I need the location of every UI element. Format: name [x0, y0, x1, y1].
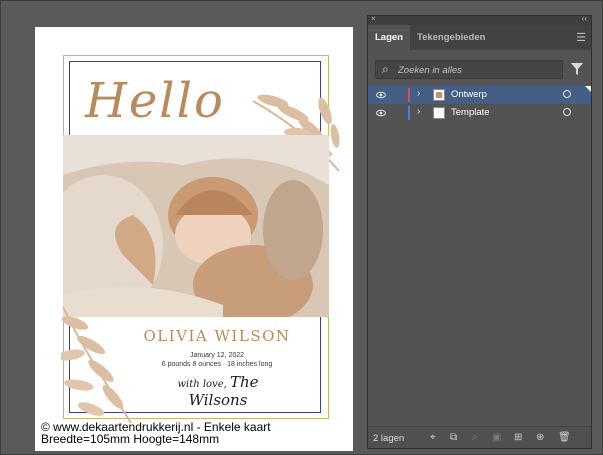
target-circle-icon[interactable]: [563, 90, 571, 98]
close-icon[interactable]: ×: [371, 14, 376, 23]
baby-name: OLIVIA WILSON: [143, 327, 291, 345]
panel-titlebar: × ‹‹: [368, 14, 591, 25]
artboard[interactable]: Hello OLIVIA WILSON January 12, 2022 6 p…: [35, 27, 353, 451]
footer-line-2: Breedte=105mm Hoogte=148mm: [41, 432, 220, 446]
layer-row-ontwerp[interactable]: › Ontwerp: [368, 86, 591, 104]
layer-thumbnail: [433, 107, 445, 119]
visibility-eye-icon[interactable]: [376, 108, 386, 118]
panel-tabs: Lagen Tekengebieden ☰: [368, 25, 591, 50]
layer-search[interactable]: ⌕: [375, 60, 563, 79]
layer-color-bar: [408, 106, 410, 120]
photo-image: [63, 135, 329, 317]
layer-name[interactable]: Ontwerp: [451, 89, 487, 100]
expand-chevron-icon[interactable]: ›: [417, 88, 420, 99]
leaf-bottom-icon: [61, 306, 132, 423]
collapse-icon[interactable]: ‹‹: [582, 14, 587, 23]
visibility-eye-icon[interactable]: [376, 90, 386, 100]
layers-panel: × ‹‹ Lagen Tekengebieden ☰ ⌕ › Ontwerp: [367, 14, 592, 449]
layer-name[interactable]: Template: [451, 107, 490, 118]
layer-thumbnail: [433, 89, 445, 101]
signature-small: with love,: [177, 379, 227, 390]
selection-corner-icon: [585, 86, 591, 92]
delete-layer-icon[interactable]: 🗑: [558, 432, 571, 443]
new-layer-icon[interactable]: ⊕: [536, 432, 544, 443]
search-icon: ⌕: [382, 62, 389, 76]
hello-heading: Hello: [85, 73, 225, 129]
tab-tekengebieden[interactable]: Tekengebieden: [410, 25, 492, 50]
new-sublayer-icon[interactable]: ⊞: [514, 432, 522, 443]
workspace: Hello OLIVIA WILSON January 12, 2022 6 p…: [0, 0, 603, 455]
filter-icon[interactable]: [571, 63, 583, 75]
target-circle-icon[interactable]: [563, 108, 571, 116]
tab-lagen[interactable]: Lagen: [368, 25, 410, 50]
baby-photo[interactable]: [63, 135, 329, 317]
locate-object-icon[interactable]: ⌖: [430, 432, 436, 443]
collect-export-icon[interactable]: ▣: [492, 432, 501, 443]
release-clipping-icon[interactable]: ⧉: [450, 432, 457, 443]
search-layer-icon[interactable]: ⌕: [472, 432, 478, 443]
birth-date: January 12, 2022: [189, 352, 245, 359]
layer-count: 2 lagen: [373, 433, 405, 444]
panel-footer: 2 lagen ⌖ ⧉ ⌕ ▣ ⊞ ⊕ 🗑: [368, 426, 591, 448]
panel-menu-icon[interactable]: ☰: [576, 31, 586, 44]
search-input[interactable]: [398, 64, 558, 77]
layer-row-template[interactable]: › Template: [368, 104, 591, 122]
expand-chevron-icon[interactable]: ›: [417, 106, 420, 117]
footer-caption: © www.dekaartendrukkerij.nl - Enkele kaa…: [41, 421, 341, 445]
birth-stats: 6 pounds 8 ounces · 18 inches long: [161, 361, 273, 368]
signature: with love, The Wilsons: [153, 373, 283, 409]
layer-color-bar: [408, 88, 410, 102]
